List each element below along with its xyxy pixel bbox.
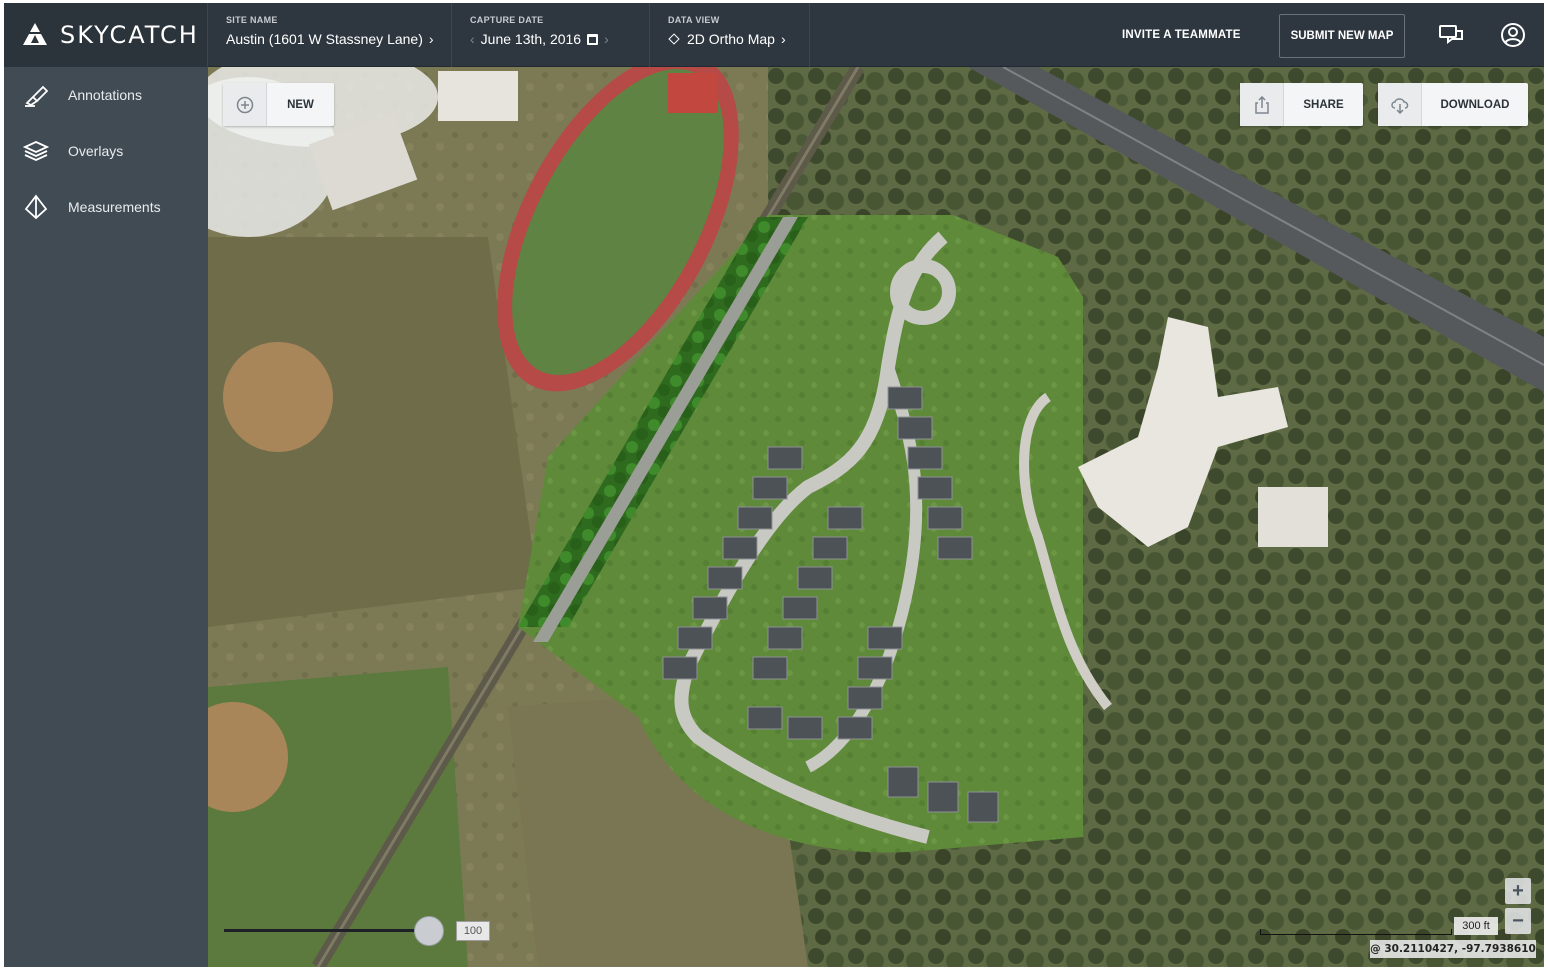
opacity-value[interactable]: 100	[456, 921, 490, 941]
chevron-right-icon: ›	[780, 31, 786, 47]
sidebar-item-measurements[interactable]: Measurements	[4, 187, 208, 227]
app-window: SKYCATCH SITE NAME Austin (1601 W Stassn…	[4, 3, 1544, 967]
chat-icon[interactable]	[1437, 20, 1467, 50]
chevron-right-icon: ›	[428, 31, 434, 47]
top-bar: SKYCATCH SITE NAME Austin (1601 W Stassn…	[4, 3, 1544, 67]
capture-date-value: June 13th, 2016	[480, 31, 582, 47]
add-circle-icon	[223, 83, 267, 126]
sidebar-item-annotations[interactable]: Annotations	[4, 75, 208, 115]
sidebar: Annotations Overlays Measurements	[4, 67, 208, 967]
data-view-selector[interactable]: DATA VIEW 2D Ortho Map ›	[650, 3, 810, 67]
zoom-out-button[interactable]: −	[1505, 908, 1531, 934]
chevron-left-icon[interactable]: ‹	[470, 31, 475, 47]
site-name-label: SITE NAME	[226, 15, 278, 25]
aerial-imagery	[208, 67, 1544, 967]
scale-bar	[1260, 929, 1452, 935]
cursor-coordinates: @ 30.2110427, -97.7938610	[1370, 940, 1536, 958]
ortho-map[interactable]: NEW SHARE DOWNLOAD 100 + − 300 ft @ 30.2…	[208, 67, 1544, 967]
share-icon	[1240, 83, 1284, 126]
chevron-right-icon[interactable]: ›	[604, 31, 609, 47]
site-name-selector[interactable]: SITE NAME Austin (1601 W Stassney Lane) …	[208, 3, 452, 67]
measure-icon	[22, 193, 50, 221]
sidebar-item-overlays[interactable]: Overlays	[4, 131, 208, 171]
invite-teammate-button[interactable]: INVITE A TEAMMATE	[1122, 3, 1241, 67]
annotation-icon	[22, 81, 50, 109]
data-view-value: 2D Ortho Map	[687, 31, 775, 47]
scale-label: 300 ft	[1454, 917, 1498, 935]
sidebar-item-label: Measurements	[68, 199, 161, 215]
share-button[interactable]: SHARE	[1240, 83, 1363, 126]
opacity-slider-handle[interactable]	[414, 916, 444, 946]
capture-date-label: CAPTURE DATE	[470, 15, 544, 25]
skycatch-logo-icon	[23, 23, 47, 45]
zoom-in-button[interactable]: +	[1505, 878, 1531, 904]
submit-new-map-button[interactable]: SUBMIT NEW MAP	[1279, 14, 1405, 58]
site-name-value: Austin (1601 W Stassney Lane)	[226, 31, 423, 47]
brand[interactable]: SKYCATCH	[4, 3, 208, 67]
new-button-label: NEW	[287, 98, 314, 111]
cloud-download-icon	[1378, 83, 1422, 126]
calendar-icon[interactable]	[587, 33, 599, 45]
data-view-label: DATA VIEW	[668, 15, 720, 25]
sidebar-item-label: Overlays	[68, 143, 124, 159]
layers-icon	[22, 137, 50, 165]
download-button-label: DOWNLOAD	[1440, 98, 1510, 111]
sidebar-item-label: Annotations	[68, 87, 142, 103]
opacity-slider-track[interactable]	[224, 929, 434, 932]
download-button[interactable]: DOWNLOAD	[1378, 83, 1528, 126]
diamond-icon	[668, 33, 680, 45]
opacity-slider-fill	[224, 929, 434, 932]
share-button-label: SHARE	[1303, 98, 1344, 111]
capture-date-selector[interactable]: CAPTURE DATE ‹ June 13th, 2016 ›	[452, 3, 650, 67]
brand-name: SKYCATCH	[60, 21, 199, 49]
user-account-icon[interactable]	[1498, 20, 1528, 50]
new-annotation-button[interactable]: NEW	[223, 83, 334, 126]
